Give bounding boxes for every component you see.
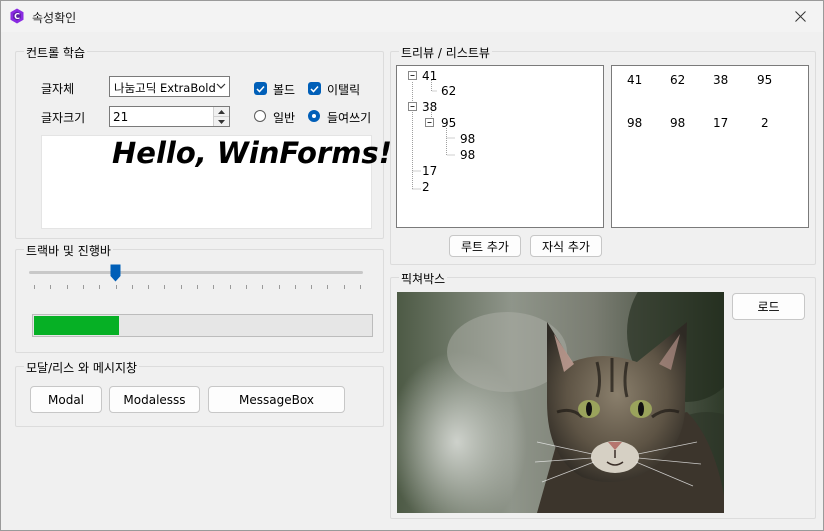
tree-node[interactable]: 95 [441,116,456,130]
italic-checkbox[interactable] [308,82,321,95]
font-size-label: 글자크기 [41,111,86,125]
trackbar-tick [229,285,231,289]
trackbar-tick [311,285,313,289]
trackbar-track[interactable] [29,271,363,274]
modal-button[interactable]: Modal [30,386,102,413]
font-family-combobox[interactable]: 나눔고딕 ExtraBold [109,76,230,97]
slider-group-title: 트랙바 및 진행바 [24,242,113,259]
tree-view[interactable]: 41 62 38 95 98 98 17 2 [396,65,604,228]
add-root-button[interactable]: 루트 추가 [449,235,521,257]
add-child-button[interactable]: 자식 추가 [530,235,602,257]
italic-label: 이탤릭 [327,83,361,97]
arrow-up-icon [218,109,225,114]
picture-group-title: 픽쳐박스 [399,270,448,287]
list-item[interactable]: 17 [713,116,728,130]
close-button[interactable] [777,1,823,32]
progress-fill [34,316,119,335]
tree-node[interactable]: 2 [422,180,430,194]
main-window: C 속성확인 컨트롤 학습 글자체 나눔고딕 ExtraBold 글자크기 21… [0,0,824,531]
preview-text: Hello, WinForms! [112,136,392,170]
spinner-up-button[interactable] [214,107,229,117]
tree-node[interactable]: 98 [460,148,475,162]
bold-checkbox[interactable] [254,82,267,95]
list-item[interactable]: 98 [670,116,685,130]
tree-group-title: 트리뷰 / 리스트뷰 [399,44,492,61]
list-item[interactable]: 38 [713,73,728,87]
bold-label: 볼드 [273,83,296,97]
chevron-down-icon [216,83,226,89]
checkmark-icon [256,85,265,93]
trackbar-tick [327,285,329,289]
tree-node[interactable]: 17 [422,164,437,178]
trackbar-tick [50,285,52,289]
normal-label: 일반 [273,111,296,125]
trackbar-tick [99,285,101,289]
slider-groupbox: 트랙바 및 진행바 [15,242,384,353]
trackbar-tick [148,285,150,289]
trackbar-thumb[interactable] [110,264,121,282]
trackbar-tick [131,285,133,289]
font-preview-box: Hello, WinForms! [41,135,392,229]
spinner-buttons [213,107,229,126]
load-button[interactable]: 로드 [732,293,805,320]
title-bar: C 속성확인 [1,1,823,32]
trackbar-tick [115,285,117,289]
font-size-spinner[interactable]: 21 [109,106,230,127]
list-item[interactable]: 98 [627,116,642,130]
trackbar-tick [360,285,361,289]
svg-text:C: C [14,12,20,21]
messagebox-button[interactable]: MessageBox [208,386,345,413]
tree-node[interactable]: 62 [441,84,456,98]
normal-radio[interactable] [254,110,266,122]
close-icon [794,11,806,22]
list-item[interactable]: 41 [627,73,642,87]
spinner-down-button[interactable] [214,117,229,126]
trackbar-tick [245,285,247,289]
app-icon: C [10,8,24,24]
trackbar-tick [82,285,84,289]
list-view[interactable]: 41 62 38 95 98 98 17 2 [611,65,809,228]
trackbar-tick [294,285,296,289]
tree-node[interactable]: 98 [460,132,475,146]
list-item[interactable]: 95 [757,73,772,87]
trackbar-tick [197,285,198,289]
arrow-down-icon [218,119,225,124]
cat-photo [397,292,724,513]
indent-radio[interactable] [308,110,320,122]
picture-box [397,292,724,513]
list-item[interactable]: 2 [761,116,769,130]
font-family-value: 나눔고딕 ExtraBold [114,81,216,95]
window-title: 속성확인 [32,11,77,25]
trackbar-tick [278,285,280,289]
font-size-value: 21 [113,110,129,124]
font-family-label: 글자체 [41,82,75,96]
trackbar-tick [262,285,264,289]
progress-bar [32,314,373,337]
tree-node[interactable]: 41 [422,69,437,83]
trackbar-tick [343,285,345,289]
list-item[interactable]: 62 [670,73,685,87]
trackbar-tick [34,285,35,289]
checkmark-icon [310,85,319,93]
trackbar-tick [66,285,68,289]
indent-label: 들여쓰기 [327,111,372,125]
modal-group-title: 모달/리스 와 메시지창 [24,359,140,376]
modaless-button[interactable]: Modalesss [109,386,200,413]
trackbar-tick [164,285,166,289]
font-group-title: 컨트롤 학습 [24,44,88,61]
trackbar-tick [180,285,182,289]
tree-node[interactable]: 38 [422,100,437,114]
tree-lines [408,71,455,190]
trackbar-tick [213,285,215,289]
